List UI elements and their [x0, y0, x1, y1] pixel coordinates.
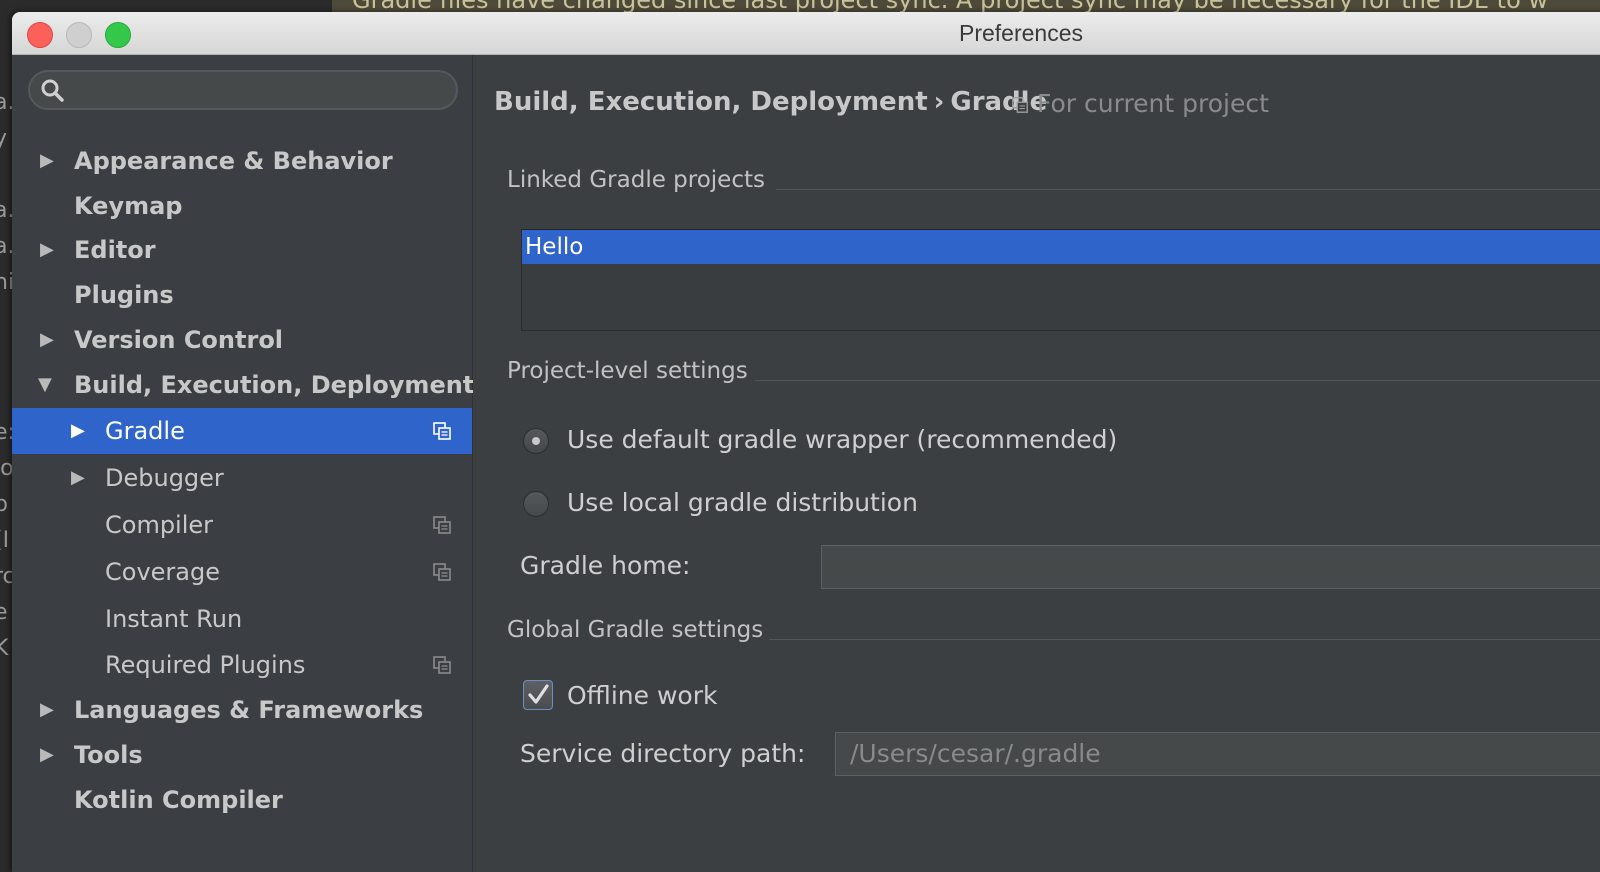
gutter-text: K [0, 636, 9, 661]
tree-item-label: Compiler [105, 511, 214, 539]
tree-item-version-control[interactable]: ▶ Version Control [12, 317, 472, 363]
tree-item-instant-run[interactable]: Instant Run [12, 596, 472, 642]
radio-button[interactable] [523, 428, 549, 454]
expand-arrow-icon[interactable]: ▶ [71, 455, 85, 501]
radio-button[interactable] [523, 491, 549, 517]
project-scope-icon [433, 656, 451, 674]
window-title: Preferences [958, 20, 1083, 46]
offline-work-label[interactable]: Offline work [567, 681, 717, 710]
section-divider [755, 380, 1600, 381]
tree-item-label: Coverage [105, 558, 220, 586]
tree-item-keymap[interactable]: Keymap [12, 183, 472, 229]
expand-arrow-icon[interactable]: ▶ [40, 732, 54, 778]
project-scope-icon [1012, 97, 1028, 113]
list-item[interactable]: Hello [522, 230, 1600, 264]
title-bar: Preferences [12, 12, 1600, 55]
tree-item-label: Languages & Frameworks [74, 696, 424, 724]
section-divider [776, 189, 1600, 190]
project-settings-header: Project-level settings [507, 358, 748, 384]
gutter-text: (I [0, 528, 10, 553]
tree-item-label: Debugger [105, 464, 224, 492]
service-directory-field[interactable]: /Users/cesar/.gradle [835, 732, 1600, 776]
tree-item-label: Keymap [74, 192, 183, 220]
tree-item-label: Instant Run [105, 605, 243, 633]
tree-item-kotlin-compiler[interactable]: Kotlin Compiler [12, 777, 472, 823]
service-directory-label: Service directory path: [520, 739, 806, 768]
tree-item-label: Editor [74, 236, 156, 264]
tree-item-plugins[interactable]: Plugins [12, 272, 472, 318]
radio-label[interactable]: Use local gradle distribution [567, 488, 918, 517]
breadcrumb-parent: Build, Execution, Deployment [494, 87, 928, 117]
settings-sidebar: ▶ Appearance & Behavior Keymap ▶ Editor … [12, 55, 475, 872]
linked-projects-list[interactable]: Hello [521, 229, 1600, 331]
gradle-home-field[interactable] [821, 545, 1600, 589]
preferences-dialog: Preferences ▶ Appearance & Behavior Keym… [12, 12, 1600, 872]
global-settings-header: Global Gradle settings [507, 617, 764, 643]
tree-item-label: Tools [74, 741, 143, 769]
radio-selected-dot [532, 437, 540, 445]
expand-arrow-icon[interactable]: ▶ [40, 687, 54, 733]
tree-item-build-execution-deployment[interactable]: ▼ Build, Execution, Deployment [12, 362, 475, 408]
tree-item-label: Appearance & Behavior [74, 147, 393, 175]
collapse-arrow-icon[interactable]: ▼ [38, 362, 52, 408]
tree-item-gradle[interactable]: ▶ Gradle [12, 408, 472, 454]
scope-label: For current project [1037, 89, 1269, 118]
checkmark-icon [528, 684, 549, 704]
gutter-text: hi [0, 270, 12, 295]
tree-item-coverage[interactable]: Coverage [12, 549, 472, 595]
search-input[interactable] [72, 76, 446, 106]
tree-item-debugger[interactable]: ▶ Debugger [12, 455, 472, 501]
offline-work-checkbox[interactable] [523, 680, 553, 710]
tree-item-label: Kotlin Compiler [74, 786, 283, 814]
section-divider [769, 639, 1600, 640]
project-scope-icon [433, 422, 451, 440]
tree-item-label: Build, Execution, Deployment [74, 371, 475, 399]
gutter-text: rc [0, 564, 12, 589]
tree-item-compiler[interactable]: Compiler [12, 502, 472, 548]
gutter-text: lo [0, 456, 12, 481]
tree-item-required-plugins[interactable]: Required Plugins [12, 642, 472, 688]
tree-item-languages-frameworks[interactable]: ▶ Languages & Frameworks [12, 687, 472, 733]
tree-item-label: Required Plugins [105, 651, 306, 679]
gutter-text: e [0, 600, 8, 625]
settings-search[interactable] [28, 70, 458, 110]
linked-projects-header: Linked Gradle projects [507, 167, 765, 193]
gutter-text: a. [0, 90, 12, 115]
gutter-text: a. [0, 234, 12, 259]
tree-item-label: Gradle [105, 417, 185, 445]
tree-item-label: Plugins [74, 281, 174, 309]
expand-arrow-icon[interactable]: ▶ [40, 138, 54, 184]
tree-item-editor[interactable]: ▶ Editor [12, 227, 472, 273]
project-scope-icon [433, 516, 451, 534]
breadcrumb-separator: › [933, 87, 945, 117]
editor-gutter: a. y a. a. hi : e: lo p (I rc e K [0, 90, 12, 850]
sync-notice-banner: Gradle files have changed since last pro… [332, 0, 1600, 12]
scope-indicator: For current project [1011, 89, 1269, 118]
expand-arrow-icon[interactable]: ▶ [71, 408, 85, 454]
tree-item-label: Version Control [74, 326, 284, 354]
expand-arrow-icon[interactable]: ▶ [40, 227, 54, 273]
breadcrumb: Build, Execution, Deployment › Gradle [494, 87, 1047, 117]
gutter-text: e: [0, 420, 12, 445]
tree-item-tools[interactable]: ▶ Tools [12, 732, 472, 778]
project-scope-icon [433, 563, 451, 581]
gutter-text: : [0, 382, 1, 407]
settings-content: Build, Execution, Deployment › Gradle For … [473, 55, 1600, 872]
gutter-text: a. [0, 198, 12, 223]
search-icon [41, 79, 64, 102]
gradle-home-label: Gradle home: [520, 551, 691, 580]
radio-label[interactable]: Use default gradle wrapper (recommended) [567, 425, 1117, 454]
gutter-text: p [0, 492, 8, 517]
gutter-text: y [0, 126, 8, 151]
expand-arrow-icon[interactable]: ▶ [40, 317, 54, 363]
tree-item-appearance-behavior[interactable]: ▶ Appearance & Behavior [12, 138, 472, 184]
